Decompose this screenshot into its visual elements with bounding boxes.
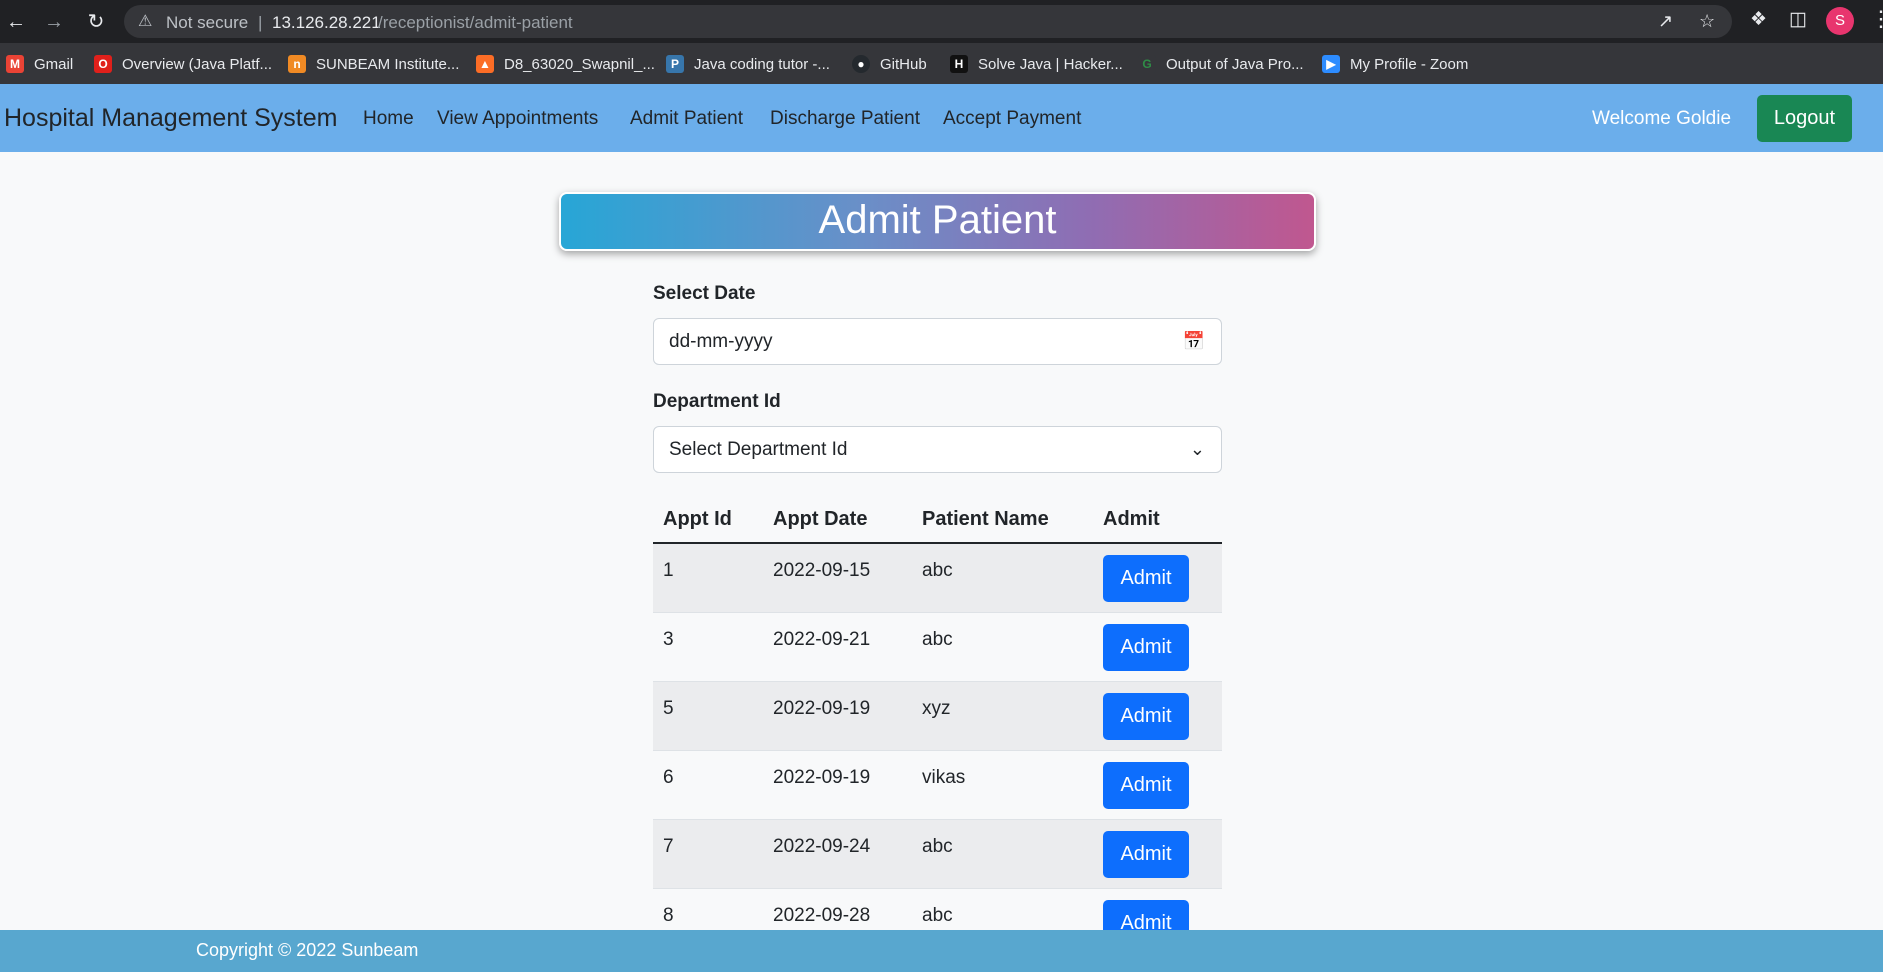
patient-name-cell: abc bbox=[922, 836, 953, 857]
gmail-icon: M bbox=[6, 55, 24, 73]
patient-name-cell: xyz bbox=[922, 698, 951, 719]
copyright-text: Copyright © 2022 Sunbeam bbox=[196, 940, 419, 960]
nav-accept-payment[interactable]: Accept Payment bbox=[943, 108, 1081, 130]
url-separator: | bbox=[258, 13, 263, 32]
navbar: Hospital Management System Home View App… bbox=[0, 84, 1883, 152]
footer: Copyright © 2022 Sunbeam bbox=[0, 930, 1883, 972]
bookmark-label: Java coding tutor -... bbox=[694, 55, 830, 73]
admit-button[interactable]: Admit bbox=[1103, 762, 1189, 809]
nav-admit-patient[interactable]: Admit Patient bbox=[630, 108, 743, 130]
admit-button[interactable]: Admit bbox=[1103, 693, 1189, 740]
date-input[interactable]: dd-mm-yyyy 📅 bbox=[653, 318, 1222, 365]
table-row: 6 2022-09-19 vikas Admit bbox=[653, 751, 1222, 820]
side-panel-icon[interactable]: ◫ bbox=[1789, 8, 1807, 31]
bookmark-label: Solve Java | Hacker... bbox=[978, 55, 1123, 73]
sunbeam-icon: n bbox=[288, 55, 306, 73]
brand[interactable]: Hospital Management System bbox=[4, 104, 337, 133]
appt-date-cell: 2022-09-24 bbox=[773, 836, 871, 857]
bookmark-hackerrank[interactable]: H Solve Java | Hacker... bbox=[950, 53, 1123, 75]
logout-button[interactable]: Logout bbox=[1757, 95, 1852, 142]
browser-toolbar: ← → ↻ ⚠ Not secure | 13.126.28.221 /rece… bbox=[0, 0, 1883, 43]
bookmark-label: Gmail bbox=[34, 55, 74, 73]
column-header-admit: Admit bbox=[1103, 508, 1160, 530]
appt-date-cell: 2022-09-19 bbox=[773, 767, 871, 788]
department-selected-value: Select Department Id bbox=[669, 439, 848, 460]
zoom-icon: ▶ bbox=[1322, 55, 1340, 73]
page-header-banner: Admit Patient bbox=[559, 192, 1316, 251]
appt-id-cell: 3 bbox=[663, 629, 674, 650]
department-label: Department Id bbox=[653, 391, 781, 412]
bookmark-label: GitHub bbox=[880, 55, 927, 73]
table-row: 7 2022-09-24 abc Admit bbox=[653, 820, 1222, 889]
patient-name-cell: abc bbox=[922, 629, 953, 650]
share-icon[interactable]: ↗ bbox=[1658, 11, 1673, 32]
nav-view-appointments[interactable]: View Appointments bbox=[437, 108, 598, 130]
nav-home[interactable]: Home bbox=[363, 108, 414, 130]
chevron-down-icon[interactable]: ⌄ bbox=[1190, 439, 1205, 460]
back-icon[interactable]: ← bbox=[2, 8, 30, 36]
warning-icon[interactable]: ⚠ bbox=[138, 11, 152, 31]
table-row: 1 2022-09-15 abc Admit bbox=[653, 544, 1222, 613]
appt-id-cell: 1 bbox=[663, 560, 674, 581]
extensions-icon[interactable]: ❖ bbox=[1750, 8, 1767, 31]
date-placeholder: dd-mm-yyyy bbox=[669, 331, 773, 352]
bookmark-gmail[interactable]: M Gmail bbox=[6, 53, 73, 75]
column-header-patient-name: Patient Name bbox=[922, 508, 1049, 530]
github-icon: ● bbox=[852, 55, 870, 73]
bookmark-zoom[interactable]: ▶ My Profile - Zoom bbox=[1322, 53, 1468, 75]
url-host[interactable]: 13.126.28.221 bbox=[272, 13, 381, 33]
column-header-appt-id: Appt Id bbox=[663, 508, 732, 530]
department-select[interactable]: Select Department Id ⌄ bbox=[653, 426, 1222, 473]
avatar[interactable]: S bbox=[1826, 7, 1854, 35]
bookmark-python[interactable]: P Java coding tutor -... bbox=[666, 53, 830, 75]
bookmark-label: My Profile - Zoom bbox=[1350, 55, 1469, 73]
patient-name-cell: abc bbox=[922, 560, 953, 581]
oracle-icon: O bbox=[94, 55, 112, 73]
date-label: Select Date bbox=[653, 283, 756, 304]
bookmark-gitlab[interactable]: ▲ D8_63020_Swapnil_... bbox=[476, 53, 655, 75]
appt-date-cell: 2022-09-15 bbox=[773, 560, 871, 581]
column-header-appt-date: Appt Date bbox=[773, 508, 868, 530]
appt-id-cell: 6 bbox=[663, 767, 674, 788]
bookmark-oracle[interactable]: O Overview (Java Platf... bbox=[94, 53, 272, 75]
page-title: Admit Patient bbox=[818, 198, 1057, 242]
bookmark-label: D8_63020_Swapnil_... bbox=[504, 55, 655, 73]
bookmark-sunbeam[interactable]: n SUNBEAM Institute... bbox=[288, 53, 459, 75]
star-icon[interactable]: ☆ bbox=[1699, 11, 1715, 32]
python-icon: P bbox=[666, 55, 684, 73]
appt-id-cell: 5 bbox=[663, 698, 674, 719]
appt-date-cell: 2022-09-28 bbox=[773, 905, 871, 926]
bookmarks-bar: M Gmail O Overview (Java Platf... n SUNB… bbox=[0, 43, 1883, 84]
patient-name-cell: abc bbox=[922, 905, 953, 926]
admit-button[interactable]: Admit bbox=[1103, 624, 1189, 671]
gitlab-icon: ▲ bbox=[476, 55, 494, 73]
table-row: 3 2022-09-21 abc Admit bbox=[653, 613, 1222, 682]
bookmark-label: Overview (Java Platf... bbox=[122, 55, 273, 73]
geeksforgeeks-icon: G bbox=[1138, 55, 1156, 73]
menu-icon[interactable]: ⋮ bbox=[1870, 6, 1883, 32]
bookmark-github[interactable]: ● GitHub bbox=[852, 53, 927, 75]
table-row: 5 2022-09-19 xyz Admit bbox=[653, 682, 1222, 751]
appt-id-cell: 8 bbox=[663, 905, 674, 926]
address-bar[interactable]: ⚠ Not secure | 13.126.28.221 /receptioni… bbox=[124, 5, 1732, 38]
bookmark-geeksforgeeks[interactable]: G Output of Java Pro... bbox=[1138, 53, 1304, 75]
nav-discharge-patient[interactable]: Discharge Patient bbox=[770, 108, 920, 130]
appt-id-cell: 7 bbox=[663, 836, 674, 857]
appt-date-cell: 2022-09-19 bbox=[773, 698, 871, 719]
bookmark-label: SUNBEAM Institute... bbox=[316, 55, 460, 73]
hackerrank-icon: H bbox=[950, 55, 968, 73]
appt-date-cell: 2022-09-21 bbox=[773, 629, 871, 650]
patient-name-cell: vikas bbox=[922, 767, 966, 788]
url-path[interactable]: /receptionist/admit-patient bbox=[378, 13, 573, 33]
admit-button[interactable]: Admit bbox=[1103, 831, 1189, 878]
not-secure-label[interactable]: Not secure bbox=[166, 13, 248, 33]
forward-icon[interactable]: → bbox=[40, 8, 68, 36]
bookmark-label: Output of Java Pro... bbox=[1166, 55, 1304, 73]
welcome-text: Welcome Goldie bbox=[1592, 108, 1732, 129]
calendar-icon[interactable]: 📅 bbox=[1183, 331, 1205, 352]
reload-icon[interactable]: ↻ bbox=[82, 8, 110, 36]
admit-button[interactable]: Admit bbox=[1103, 555, 1189, 602]
